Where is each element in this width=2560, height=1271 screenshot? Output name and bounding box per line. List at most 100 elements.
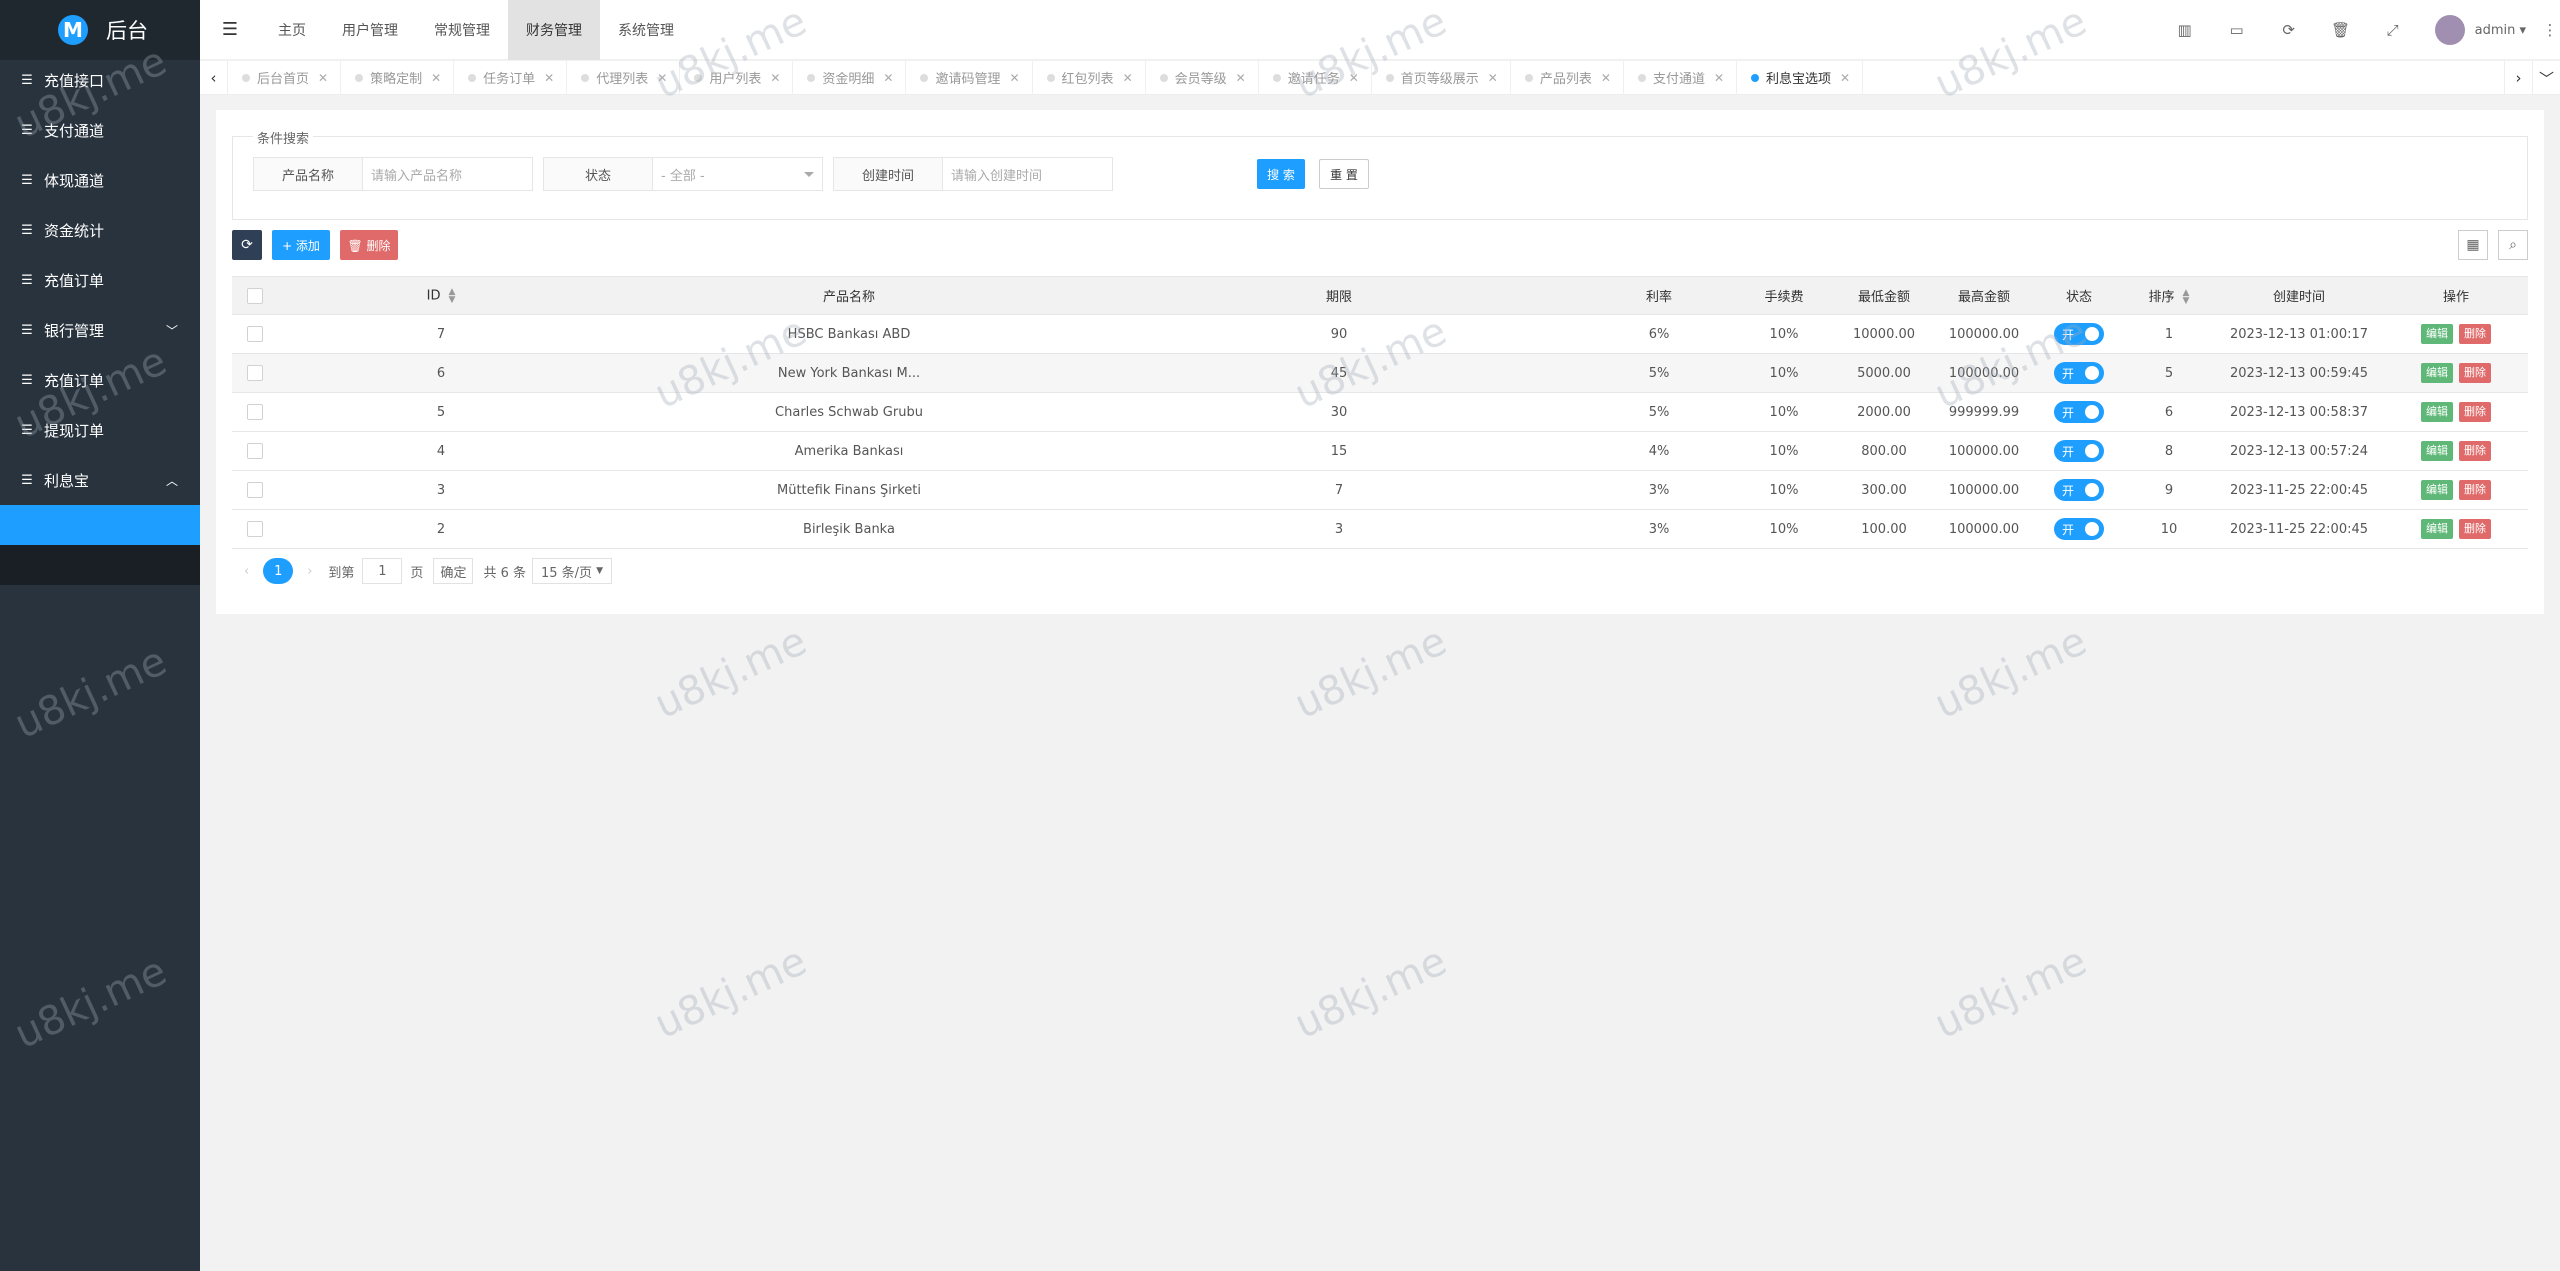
search-icon[interactable]: ⌕ <box>2498 230 2528 260</box>
table-row[interactable]: 2 Birleşik Banka 3 3% 10% 100.00 100000.00 开 10 2… <box>232 509 2528 549</box>
edit-button[interactable]: 编辑 <box>2421 480 2453 500</box>
row-checkbox[interactable] <box>247 404 263 420</box>
sidebar-item-recharge-api[interactable]: ☰ 充值接口 <box>0 55 200 105</box>
sidebar-item-interest-records[interactable] <box>0 545 200 585</box>
row-checkbox[interactable] <box>247 482 263 498</box>
avatar[interactable] <box>2434 15 2465 45</box>
delete-button[interactable]: 🗑 删除 <box>340 230 398 260</box>
close-icon[interactable]: ✕ <box>318 71 328 85</box>
tabs-right-arrow-icon[interactable]: › <box>2504 61 2532 94</box>
tab-0[interactable]: 后台首页 ✕ <box>228 61 342 94</box>
status-toggle[interactable]: 开 <box>2054 323 2104 345</box>
sidebar-item-bank-management[interactable]: ☰ 银行管理 ﹀ <box>0 305 200 355</box>
page-input[interactable]: 1 <box>362 558 403 584</box>
reset-button[interactable]: 重 置 <box>1319 159 1369 189</box>
sidebar-item-fund-stats[interactable]: ☰ 资金统计 <box>0 205 200 255</box>
search-button[interactable]: 搜 索 <box>1257 159 1305 189</box>
page-1-button[interactable]: 1 <box>263 558 294 584</box>
edit-button[interactable]: 编辑 <box>2421 324 2453 344</box>
select-all-checkbox[interactable] <box>247 287 263 304</box>
close-icon[interactable]: ✕ <box>431 71 441 85</box>
close-icon[interactable]: ✕ <box>770 71 780 85</box>
tabs-dropdown-icon[interactable]: ﹀ <box>2532 61 2560 94</box>
row-checkbox[interactable] <box>247 365 263 381</box>
columns-icon[interactable]: ▦ <box>2458 230 2488 260</box>
refresh-icon[interactable]: ⟳ <box>2263 21 2315 39</box>
delete-row-button[interactable]: 删除 <box>2459 480 2491 500</box>
sidebar-item-withdraw-channel[interactable]: ☰ 体现通道 <box>0 155 200 205</box>
close-icon[interactable]: ✕ <box>657 71 667 85</box>
delete-row-button[interactable]: 删除 <box>2459 519 2491 539</box>
tab-13[interactable]: 利息宝选项 ✕ <box>1737 61 1864 94</box>
refresh-button[interactable]: ⟳ <box>232 230 262 260</box>
tabs-left-arrow-icon[interactable]: ‹ <box>200 61 228 94</box>
tab-4[interactable]: 用户列表 ✕ <box>680 61 794 94</box>
trash-icon[interactable]: 🗑 <box>2315 21 2367 39</box>
create-time-input[interactable]: 请输入创建时间 <box>943 157 1113 191</box>
col-sort[interactable]: 排序 ▲ ▼ <box>2124 276 2214 315</box>
nav-general-management[interactable]: 常规管理 <box>416 0 508 60</box>
sidebar-item-interest-options[interactable] <box>0 505 200 545</box>
row-checkbox[interactable] <box>247 443 263 459</box>
menu-fold-icon[interactable]: ☰ <box>200 19 260 40</box>
tab-8[interactable]: 会员等级 ✕ <box>1146 61 1259 94</box>
close-icon[interactable]: ✕ <box>1123 71 1133 85</box>
close-icon[interactable]: ✕ <box>1840 71 1850 85</box>
delete-row-button[interactable]: 删除 <box>2459 363 2491 383</box>
sidebar-item-withdraw-orders[interactable]: ☰ 提现订单 <box>0 405 200 455</box>
status-toggle[interactable]: 开 <box>2054 479 2104 501</box>
confirm-page-button[interactable]: 确定 <box>433 558 474 584</box>
tab-2[interactable]: 任务订单 ✕ <box>454 61 568 94</box>
status-toggle[interactable]: 开 <box>2054 518 2104 540</box>
status-toggle[interactable]: 开 <box>2054 401 2104 423</box>
tab-1[interactable]: 策略定制 ✕ <box>341 61 455 94</box>
nav-system-management[interactable]: 系统管理 <box>600 0 692 60</box>
status-select[interactable]: - 全部 - <box>653 157 823 191</box>
nav-finance-management[interactable]: 财务管理 <box>508 0 600 60</box>
close-icon[interactable]: ✕ <box>1601 71 1611 85</box>
card-icon[interactable]: ▭ <box>2211 21 2263 39</box>
close-icon[interactable]: ✕ <box>544 71 554 85</box>
tab-12[interactable]: 支付通道 ✕ <box>1624 61 1738 94</box>
close-icon[interactable]: ✕ <box>1349 71 1359 85</box>
prev-page-icon[interactable]: ‹ <box>244 564 249 579</box>
edit-button[interactable]: 编辑 <box>2421 519 2453 539</box>
tab-5[interactable]: 资金明细 ✕ <box>793 61 907 94</box>
close-icon[interactable]: ✕ <box>1009 71 1019 85</box>
per-page-select[interactable]: 15 条/页 ▼ <box>532 558 612 584</box>
tab-9[interactable]: 邀请任务 ✕ <box>1259 61 1372 94</box>
sidebar-item-payment-channel[interactable]: ☰ 支付通道 <box>0 105 200 155</box>
sidebar-item-interest[interactable]: ☰ 利息宝 ︿ <box>0 455 200 505</box>
nav-user-management[interactable]: 用户管理 <box>324 0 416 60</box>
status-toggle[interactable]: 开 <box>2054 440 2104 462</box>
chart-icon[interactable]: ▥ <box>2159 21 2211 39</box>
sidebar-item-recharge-orders[interactable]: ☰ 充值订单 <box>0 255 200 305</box>
user-menu[interactable]: admin ▾ <box>2475 23 2526 38</box>
tab-11[interactable]: 产品列表 ✕ <box>1511 61 1624 94</box>
tab-7[interactable]: 红包列表 ✕ <box>1033 61 1146 94</box>
edit-button[interactable]: 编辑 <box>2421 441 2453 461</box>
close-icon[interactable]: ✕ <box>1488 71 1498 85</box>
edit-button[interactable]: 编辑 <box>2421 402 2453 422</box>
next-page-icon[interactable]: › <box>307 564 312 579</box>
delete-row-button[interactable]: 删除 <box>2459 441 2491 461</box>
sort-icon[interactable]: ▲ ▼ <box>2183 289 2190 306</box>
delete-row-button[interactable]: 删除 <box>2459 324 2491 344</box>
table-row[interactable]: 7 HSBC Bankası ABD 90 6% 10% 10000.00 100000.0… <box>232 314 2528 354</box>
tab-6[interactable]: 邀请码管理 ✕ <box>906 61 1033 94</box>
close-icon[interactable]: ✕ <box>883 71 893 85</box>
close-icon[interactable]: ✕ <box>1714 71 1724 85</box>
more-icon[interactable]: ⋮ <box>2540 21 2560 39</box>
row-checkbox[interactable] <box>247 521 263 537</box>
nav-home[interactable]: 主页 <box>260 0 324 60</box>
col-id[interactable]: ID ▲ ▼ <box>278 276 604 315</box>
tab-3[interactable]: 代理列表 ✕ <box>567 61 681 94</box>
table-row[interactable]: 3 Müttefik Finans Şirketi 7 3% 10% 300.00 1000… <box>232 470 2528 510</box>
logo[interactable]: M 后台 <box>0 0 200 60</box>
edit-button[interactable]: 编辑 <box>2421 363 2453 383</box>
sort-icon[interactable]: ▲ ▼ <box>448 287 455 304</box>
sidebar-item-recharge-orders-2[interactable]: ☰ 充值订单 <box>0 355 200 405</box>
status-toggle[interactable]: 开 <box>2054 362 2104 384</box>
row-checkbox[interactable] <box>247 326 263 342</box>
delete-row-button[interactable]: 删除 <box>2459 402 2491 422</box>
